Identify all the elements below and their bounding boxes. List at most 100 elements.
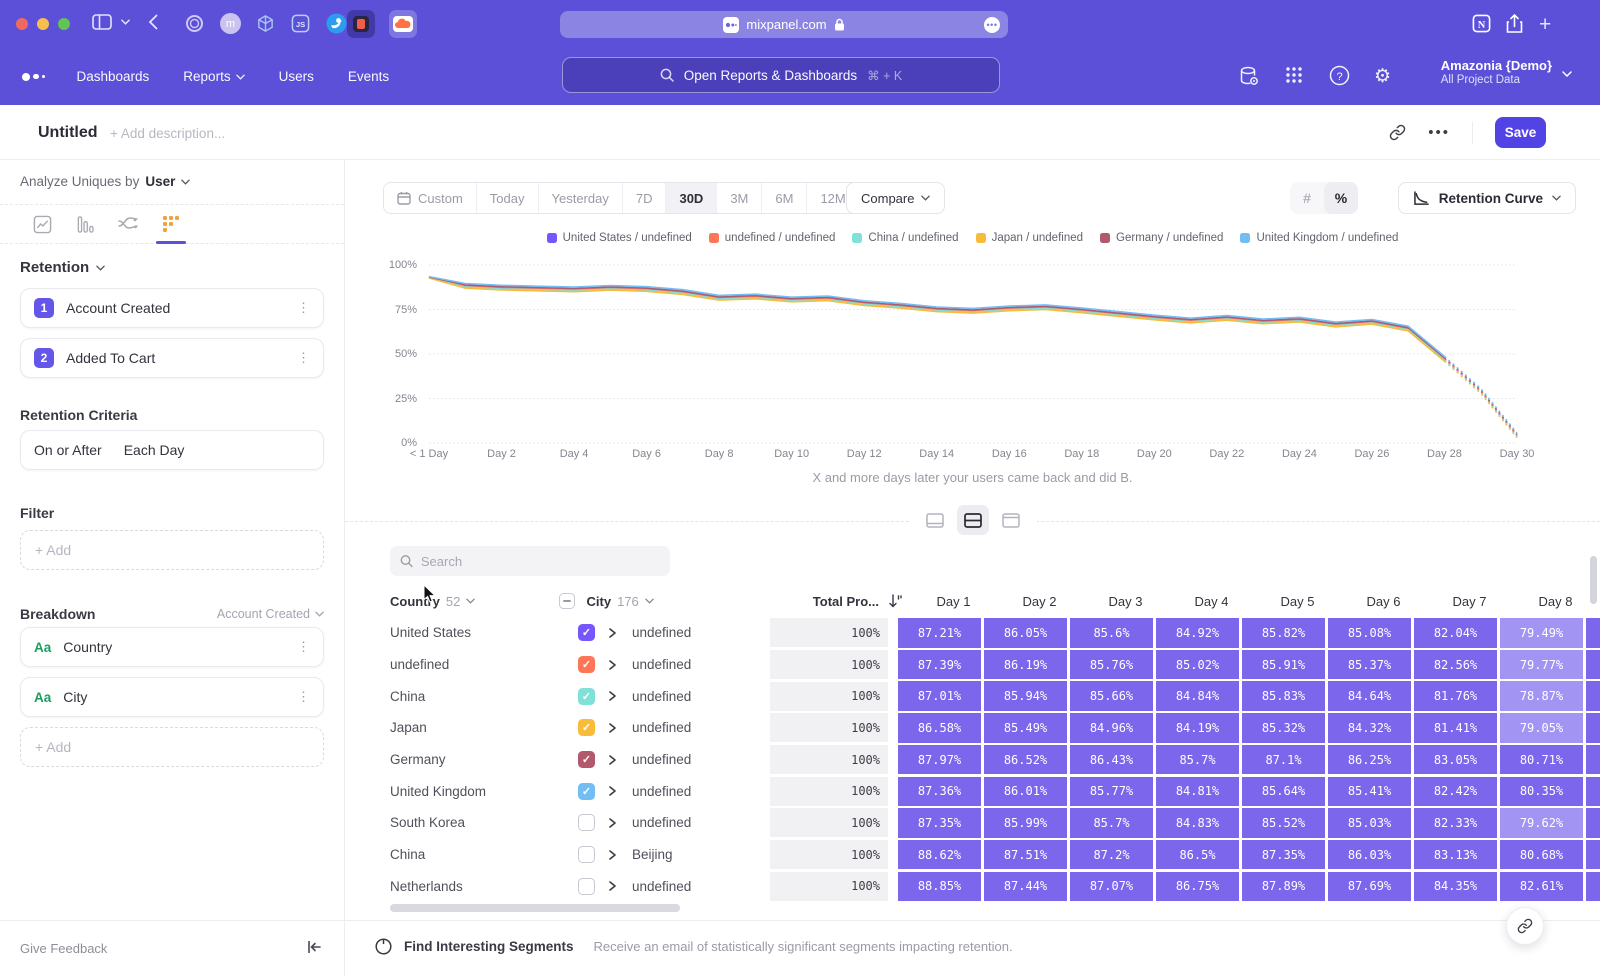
retention-cell[interactable]: 83.05%: [1414, 745, 1497, 775]
retention-cell[interactable]: 85.91%: [1242, 650, 1325, 680]
retention-cell[interactable]: 86.75%: [1156, 872, 1239, 902]
retention-cell[interactable]: 85.66%: [1070, 681, 1153, 711]
settings-gear-icon[interactable]: ⚙: [1374, 65, 1391, 88]
retention-cell[interactable]: 85.08%: [1328, 618, 1411, 648]
horizontal-scrollbar[interactable]: [390, 904, 680, 912]
country-cell[interactable]: undefined: [390, 657, 578, 672]
data-management-icon[interactable]: [1238, 65, 1260, 92]
retention-cell[interactable]: 82.61%: [1500, 872, 1583, 902]
breakdown-property-label[interactable]: Country: [63, 639, 285, 655]
retention-cell[interactable]: 85.7%: [1156, 745, 1239, 775]
retention-cell[interactable]: 85.82%: [1242, 618, 1325, 648]
retention-curve-plot[interactable]: [423, 255, 1523, 455]
retention-cell[interactable]: 85.52%: [1242, 808, 1325, 838]
day-column-header[interactable]: Day 8: [1514, 594, 1597, 609]
retention-criteria-card[interactable]: On or After Each Day: [20, 430, 324, 470]
legend-item[interactable]: Germany / undefined: [1100, 232, 1223, 244]
retention-step-2[interactable]: 2 Added To Cart ⋮: [20, 338, 324, 378]
row-checkbox-checked[interactable]: ✓: [578, 719, 595, 736]
total-progress-cell[interactable]: 100%: [770, 808, 888, 837]
city-cell[interactable]: undefined: [632, 689, 770, 704]
retention-cell[interactable]: 87.1%: [1242, 745, 1325, 775]
retention-cell[interactable]: 84.84%: [1156, 681, 1239, 711]
analyze-uniques-row[interactable]: Analyze Uniques by User: [20, 174, 190, 189]
retention-cell[interactable]: 86.52%: [984, 745, 1067, 775]
day-column-header[interactable]: Day 5: [1256, 594, 1339, 609]
retention-cell[interactable]: 84.32%: [1328, 713, 1411, 743]
expand-row-icon[interactable]: [608, 723, 632, 733]
city-cell[interactable]: undefined: [632, 720, 770, 735]
tab-funnels[interactable]: [67, 209, 103, 239]
maximize-window-button[interactable]: [58, 18, 70, 30]
expand-row-icon[interactable]: [608, 755, 632, 765]
retention-cell[interactable]: 86.25%: [1328, 745, 1411, 775]
retention-cell[interactable]: 85.49%: [984, 713, 1067, 743]
retention-cell[interactable]: 78.87%: [1500, 681, 1583, 711]
total-progress-cell[interactable]: 100%: [770, 713, 888, 742]
retention-cell[interactable]: 82.56%: [1414, 650, 1497, 680]
retention-cell[interactable]: 87.36%: [898, 777, 981, 807]
new-tab-icon[interactable]: +: [1539, 13, 1551, 37]
retention-cell[interactable]: 84.81%: [1156, 777, 1239, 807]
view-table-only-button[interactable]: [995, 505, 1027, 535]
minimize-window-button[interactable]: [37, 18, 49, 30]
extension-js-icon[interactable]: JS: [291, 14, 310, 33]
retention-cell[interactable]: 87.39%: [898, 650, 981, 680]
retention-cell[interactable]: 84.92%: [1156, 618, 1239, 648]
unit-button-percent[interactable]: %: [1324, 182, 1358, 214]
country-cell[interactable]: United States: [390, 625, 578, 640]
global-search[interactable]: Open Reports & Dashboards ⌘ + K: [562, 57, 1000, 93]
analyze-value[interactable]: User: [145, 174, 175, 189]
retention-cell[interactable]: 81.76%: [1414, 681, 1497, 711]
row-checkbox-checked[interactable]: ✓: [578, 751, 595, 768]
expand-row-icon[interactable]: [608, 850, 632, 860]
total-progress-cell[interactable]: 100%: [770, 777, 888, 806]
extension-bird-icon[interactable]: [326, 13, 347, 34]
retention-cell[interactable]: 85.02%: [1156, 650, 1239, 680]
add-description-placeholder[interactable]: + Add description...: [110, 126, 225, 141]
retention-cell[interactable]: 87.69%: [1328, 872, 1411, 902]
legend-item[interactable]: undefined / undefined: [709, 232, 836, 244]
retention-section-header[interactable]: Retention: [20, 259, 105, 276]
retention-cell[interactable]: 80.71%: [1500, 745, 1583, 775]
extension-cloud-icon[interactable]: [389, 10, 417, 38]
retention-cell[interactable]: 85.6%: [1070, 618, 1153, 648]
step-event-label[interactable]: Account Created: [66, 300, 285, 316]
range-button-30d[interactable]: 30D: [665, 183, 716, 213]
expand-row-icon[interactable]: [608, 660, 632, 670]
row-checkbox-unchecked[interactable]: [578, 878, 595, 895]
save-button[interactable]: Save: [1495, 117, 1546, 148]
total-progress-cell[interactable]: 100%: [770, 682, 888, 711]
range-button-7d[interactable]: 7D: [622, 183, 666, 213]
city-cell[interactable]: undefined: [632, 752, 770, 767]
expand-row-icon[interactable]: [608, 818, 632, 828]
browser-sidebar-icon[interactable]: [92, 14, 112, 30]
extension-cube-icon[interactable]: [256, 14, 275, 33]
nav-link-reports[interactable]: Reports: [183, 69, 244, 84]
retention-cell[interactable]: 84.96%: [1070, 713, 1153, 743]
apps-grid-icon[interactable]: [1284, 65, 1304, 90]
retention-cell[interactable]: 87.01%: [898, 681, 981, 711]
range-button-3m[interactable]: 3M: [716, 183, 761, 213]
table-search[interactable]: [390, 546, 670, 576]
expand-row-icon[interactable]: [608, 786, 632, 796]
vertical-scrollbar[interactable]: [1590, 556, 1597, 604]
retention-cell[interactable]: 85.94%: [984, 681, 1067, 711]
chart-type-selector[interactable]: Retention Curve: [1398, 182, 1576, 214]
retention-cell[interactable]: 86.03%: [1328, 840, 1411, 870]
expand-row-icon[interactable]: [608, 691, 632, 701]
retention-cell[interactable]: 87.97%: [898, 745, 981, 775]
retention-cell[interactable]: 85.37%: [1328, 650, 1411, 680]
breakdown-item-city[interactable]: Aa City ⋮: [20, 677, 324, 717]
nav-link-dashboards[interactable]: Dashboards: [77, 69, 150, 84]
row-checkbox-checked[interactable]: ✓: [578, 624, 595, 641]
retention-cell[interactable]: 80.35%: [1500, 777, 1583, 807]
retention-cell[interactable]: 84.19%: [1156, 713, 1239, 743]
tab-retention[interactable]: [153, 209, 189, 239]
extension-m-icon[interactable]: m: [220, 13, 241, 34]
city-cell[interactable]: undefined: [632, 784, 770, 799]
mixpanel-logo[interactable]: [22, 73, 45, 81]
total-progress-cell[interactable]: 100%: [770, 618, 888, 647]
report-title[interactable]: Untitled: [38, 124, 98, 142]
breakdown-event-selector[interactable]: Account Created: [217, 607, 324, 621]
